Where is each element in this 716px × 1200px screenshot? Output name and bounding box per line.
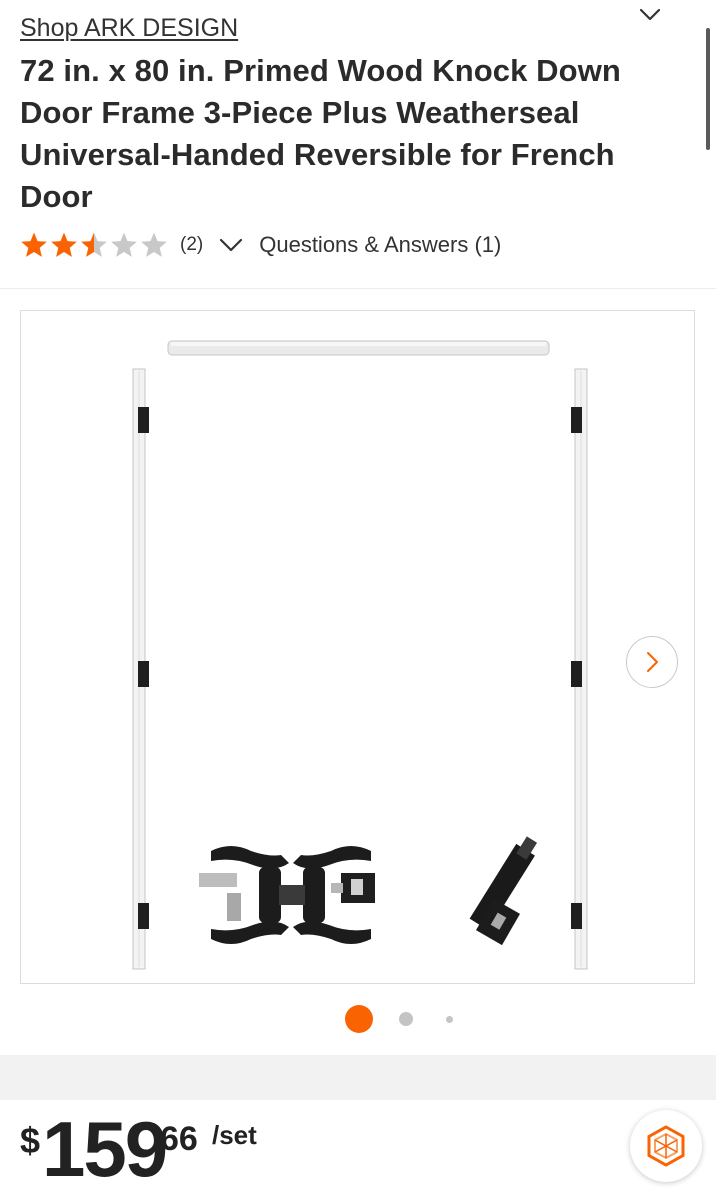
pagination-dot[interactable] [446,1016,453,1023]
gallery-pagination [345,1005,465,1033]
star-icon [21,232,47,257]
review-count[interactable]: (2) [180,234,203,256]
product-image-gallery[interactable] [20,310,695,984]
price-dollars: 159 [42,1105,168,1193]
rating-row[interactable]: (2) Questions & Answers (1) [20,230,501,260]
divider [0,288,716,289]
chevron-right-icon [647,652,658,672]
shop-brand-link[interactable]: Shop ARK DESIGN [20,14,238,43]
star-icon [111,232,137,257]
price-bar: $ 159 66 /set [0,1100,716,1200]
star-icon [141,232,167,257]
product-image [132,340,588,970]
product-title: 72 in. x 80 in. Primed Wood Knock Down D… [20,53,621,214]
star-icon [51,232,77,257]
pagination-dot[interactable] [399,1012,413,1026]
product-header-section: Shop ARK DESIGN 72 in. x 80 in. Primed W… [0,0,716,1055]
gallery-next-button[interactable] [626,636,678,688]
chevron-down-icon[interactable] [638,6,662,24]
price-currency: $ [20,1120,41,1161]
star-rating[interactable] [20,231,168,259]
pagination-dot-active[interactable] [345,1005,373,1033]
price-cents: 66 [160,1120,198,1158]
chevron-down-icon[interactable] [219,237,243,253]
price-unit: /set [212,1120,257,1150]
assistant-button[interactable] [630,1110,702,1182]
questions-answers-link[interactable]: Questions & Answers (1) [259,232,501,258]
scrollbar[interactable] [706,28,710,150]
star-icon [81,232,107,257]
hexagon-logo-icon [647,1125,685,1167]
